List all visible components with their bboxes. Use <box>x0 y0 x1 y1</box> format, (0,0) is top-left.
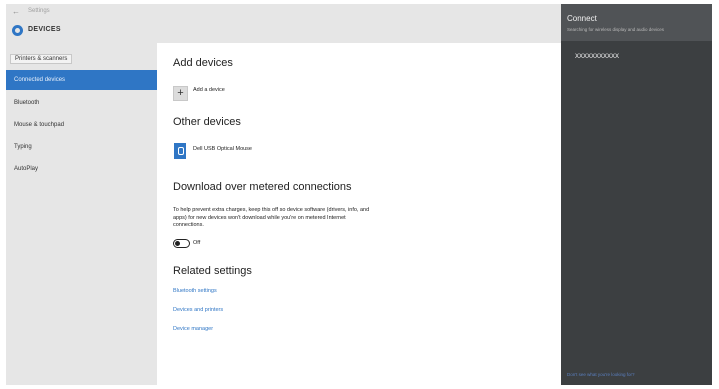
settings-window: ← Settings DEVICES Printers & scanners C… <box>6 4 712 385</box>
sidebar-item-autoplay[interactable]: AutoPlay <box>6 159 157 179</box>
connect-title: Connect <box>567 14 597 23</box>
settings-label: Settings <box>28 8 50 14</box>
sidebar-item-typing[interactable]: Typing <box>6 137 157 157</box>
mouse-icon <box>174 143 186 159</box>
sidebar-item-mouse-touchpad[interactable]: Mouse & touchpad <box>6 115 157 135</box>
connect-subtitle: Searching for wireless display and audio… <box>567 27 665 32</box>
other-devices-heading: Other devices <box>173 116 241 128</box>
back-arrow-icon[interactable]: ← <box>12 7 20 16</box>
page-title: DEVICES <box>28 26 61 33</box>
sidebar-item-label: Bluetooth <box>14 100 40 106</box>
related-settings-heading: Related settings <box>173 265 252 277</box>
device-name[interactable]: Dell USB Optical Mouse <box>193 146 252 152</box>
metered-toggle[interactable] <box>173 239 190 248</box>
sidebar-item-printers-scanners[interactable]: Printers & scanners <box>6 49 157 69</box>
sidebar-item-connected-devices[interactable]: Connected devices <box>6 70 157 90</box>
toggle-state-label: Off <box>193 240 201 246</box>
add-devices-heading: Add devices <box>173 57 233 69</box>
metered-heading: Download over metered connections <box>173 181 352 193</box>
sidebar-item-bluetooth[interactable]: Bluetooth <box>6 93 157 113</box>
wireless-device-item[interactable]: XXXXXXXXXXX <box>575 54 619 60</box>
device-manager-link[interactable]: Device manager <box>173 326 213 332</box>
connect-header: Connect Searching for wireless display a… <box>561 4 712 41</box>
bluetooth-settings-link[interactable]: Bluetooth settings <box>173 288 217 294</box>
add-device-button[interactable]: Add a device <box>193 87 225 93</box>
sidebar-item-label: Printers & scanners <box>10 54 73 64</box>
sidebar-item-label: Connected devices <box>14 77 66 83</box>
sidebar-item-label: Mouse & touchpad <box>14 122 65 128</box>
main-content: Add devices + Add a device Other devices… <box>157 43 561 385</box>
connect-help-link[interactable]: Don't see what you're looking for? <box>567 372 635 377</box>
gear-icon <box>12 25 23 36</box>
sidebar-item-label: Typing <box>14 144 32 150</box>
sidebar: Printers & scanners Connected devices Bl… <box>6 43 157 385</box>
connect-panel: Connect Searching for wireless display a… <box>561 4 712 385</box>
title-bar: ← Settings DEVICES <box>6 4 561 43</box>
sidebar-item-label: AutoPlay <box>14 166 39 172</box>
plus-icon[interactable]: + <box>173 86 188 101</box>
devices-printers-link[interactable]: Devices and printers <box>173 307 223 313</box>
metered-description: To help prevent extra charges, keep this… <box>173 207 370 228</box>
